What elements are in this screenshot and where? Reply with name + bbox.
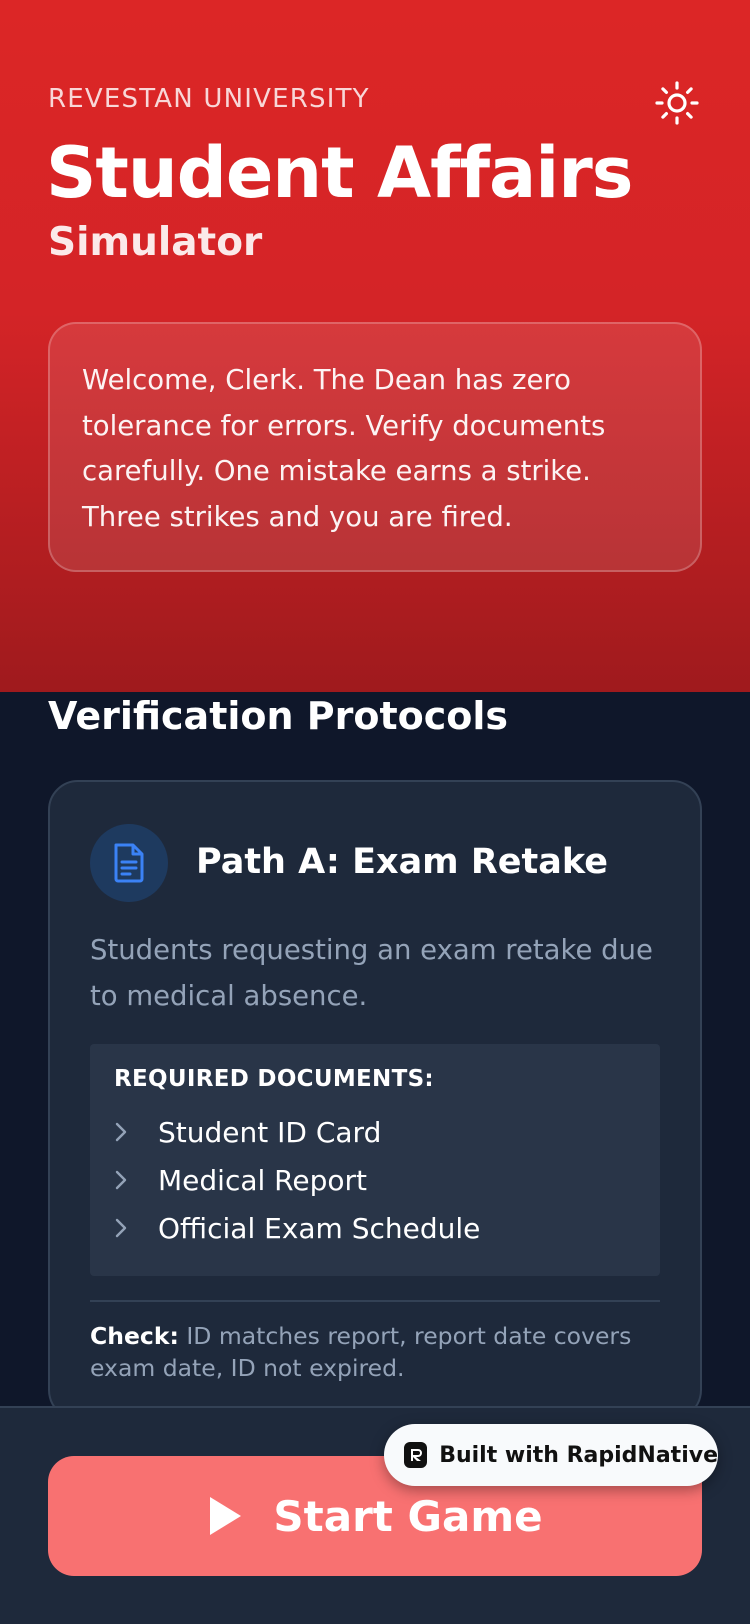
built-with-badge[interactable]: Built with RapidNative [384, 1424, 718, 1486]
check-note: Check: ID matches report, report date co… [90, 1320, 660, 1384]
section-title: Verification Protocols [48, 694, 509, 738]
required-documents-heading: REQUIRED DOCUMENTS: [114, 1066, 434, 1092]
document-icon [114, 843, 144, 883]
required-documents-list: Student ID Card Medical Report Official … [114, 1108, 636, 1252]
card-icon-badge [90, 824, 168, 902]
university-label: REVESTAN UNIVERSITY [48, 84, 370, 114]
card-title: Path A: Exam Retake [196, 842, 608, 882]
play-icon [210, 1497, 242, 1535]
required-documents-box: REQUIRED DOCUMENTS: Student ID Card Medi… [90, 1044, 660, 1276]
document-label: Medical Report [158, 1163, 367, 1197]
welcome-message: Welcome, Clerk. The Dean has zero tolera… [48, 322, 702, 572]
document-label: Official Exam Schedule [158, 1211, 481, 1245]
list-item: Official Exam Schedule [114, 1204, 636, 1252]
hero-header: REVESTAN UNIVERSITY Student Affairs Simu… [0, 0, 750, 692]
check-label: Check: [90, 1322, 179, 1350]
chevron-right-icon [114, 1169, 158, 1191]
divider [90, 1300, 660, 1302]
page-title: Student Affairs [46, 132, 633, 214]
list-item: Student ID Card [114, 1108, 636, 1156]
document-label: Student ID Card [158, 1115, 382, 1149]
chevron-right-icon [114, 1217, 158, 1239]
protocol-card: Path A: Exam Retake Students requesting … [48, 780, 702, 1420]
list-item: Medical Report [114, 1156, 636, 1204]
page-subtitle: Simulator [48, 220, 263, 265]
rapidnative-logo-icon [404, 1442, 428, 1468]
card-description: Students requesting an exam retake due t… [90, 934, 653, 1012]
sun-icon [655, 81, 699, 125]
chevron-right-icon [114, 1121, 158, 1143]
start-game-label: Start Game [273, 1491, 543, 1541]
badge-label: Built with RapidNative [439, 1442, 718, 1468]
theme-toggle-button[interactable] [652, 78, 702, 128]
